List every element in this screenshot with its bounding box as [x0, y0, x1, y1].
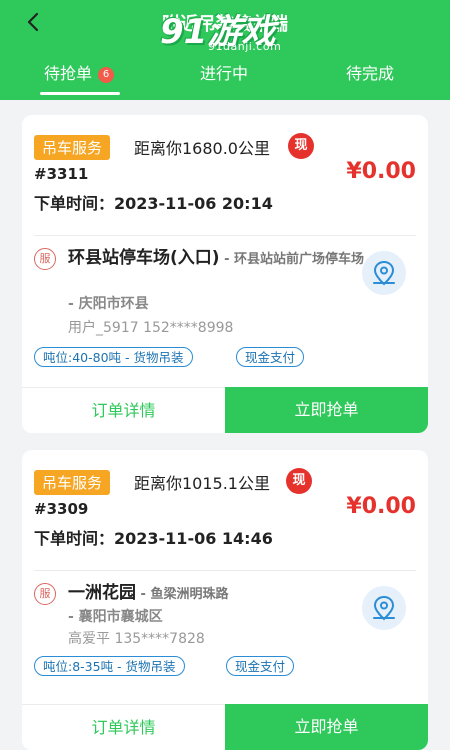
- active-tab-indicator: [40, 92, 120, 95]
- address-city: - 庆阳市环县: [68, 296, 149, 312]
- tab-count-badge: 6: [98, 67, 115, 83]
- service-type-tag: 吊车服务: [34, 470, 111, 495]
- app-header: 附近吊装接单端 91游戏 91danji.com 待抢单 6 进行中 待完成: [0, 0, 450, 100]
- tab-label: 进行中: [200, 64, 249, 83]
- tab-label: 待抢单: [44, 64, 93, 83]
- cash-payment-badge: 现: [288, 133, 314, 159]
- payment-method-chip: 现金支付: [226, 656, 295, 676]
- order-price: ¥0.00: [346, 159, 416, 184]
- tab-in-progress[interactable]: 进行中: [200, 60, 248, 96]
- address-city: - 襄阳市襄城区: [68, 609, 163, 625]
- order-detail-button[interactable]: 订单详情: [22, 387, 225, 433]
- order-tabs: 待抢单 6 进行中 待完成: [0, 52, 450, 98]
- address-name: 环县站停车场(入口): [68, 248, 220, 268]
- cash-payment-badge: 现: [286, 468, 312, 494]
- customer-info: 用户_5917 152****8998: [68, 320, 234, 336]
- service-badge: 服: [34, 248, 56, 270]
- order-detail-button[interactable]: 订单详情: [22, 704, 225, 750]
- tonnage-chip: 吨位:8-35吨 - 货物吊装: [34, 656, 185, 676]
- distance-text: 距离你1015.1公里: [134, 474, 270, 493]
- address-name: 一洲花园: [68, 583, 136, 603]
- order-card: 吊车服务 距离你1015.1公里 现 #3309 ¥0.00 下单时间：2023…: [22, 450, 428, 750]
- service-badge: 服: [34, 583, 56, 605]
- order-price: ¥0.00: [346, 494, 416, 519]
- order-number: #3311: [34, 165, 89, 183]
- tab-label: 待完成: [346, 64, 395, 83]
- navigate-location-button[interactable]: [362, 251, 406, 295]
- order-number: #3309: [34, 500, 89, 518]
- tonnage-chip: 吨位:40-80吨 - 货物吊装: [34, 347, 193, 367]
- divider: [34, 235, 416, 236]
- order-time: 下单时间：2023-11-06 20:14: [34, 194, 273, 213]
- watermark-logo: 91游戏 91danji.com: [160, 2, 300, 56]
- payment-method-chip: 现金支付: [236, 347, 305, 367]
- divider: [34, 570, 416, 571]
- grab-order-button[interactable]: 立即抢单: [225, 387, 428, 433]
- navigate-location-button[interactable]: [362, 586, 406, 630]
- map-location-icon: [373, 595, 395, 621]
- service-type-tag: 吊车服务: [34, 135, 111, 160]
- map-location-icon: [373, 260, 395, 286]
- order-card: 吊车服务 距离你1680.0公里 现 #3311 ¥0.00 下单时间：2023…: [22, 115, 428, 433]
- address-detail: - 鱼梁洲明珠路: [136, 587, 229, 602]
- tab-to-complete[interactable]: 待完成: [346, 60, 394, 96]
- address-detail: - 环县站站前广场停车场: [219, 252, 364, 267]
- grab-order-button[interactable]: 立即抢单: [225, 704, 428, 750]
- distance-text: 距离你1680.0公里: [134, 139, 270, 158]
- order-time: 下单时间：2023-11-06 14:46: [34, 529, 273, 548]
- tab-pending-grab[interactable]: 待抢单 6: [44, 60, 115, 96]
- address-line: 一洲花园 - 鱼梁洲明珠路: [68, 582, 368, 606]
- address-line: 环县站停车场(入口) - 环县站站前广场停车场: [68, 247, 368, 271]
- customer-info: 高爱平 135****7828: [68, 631, 205, 647]
